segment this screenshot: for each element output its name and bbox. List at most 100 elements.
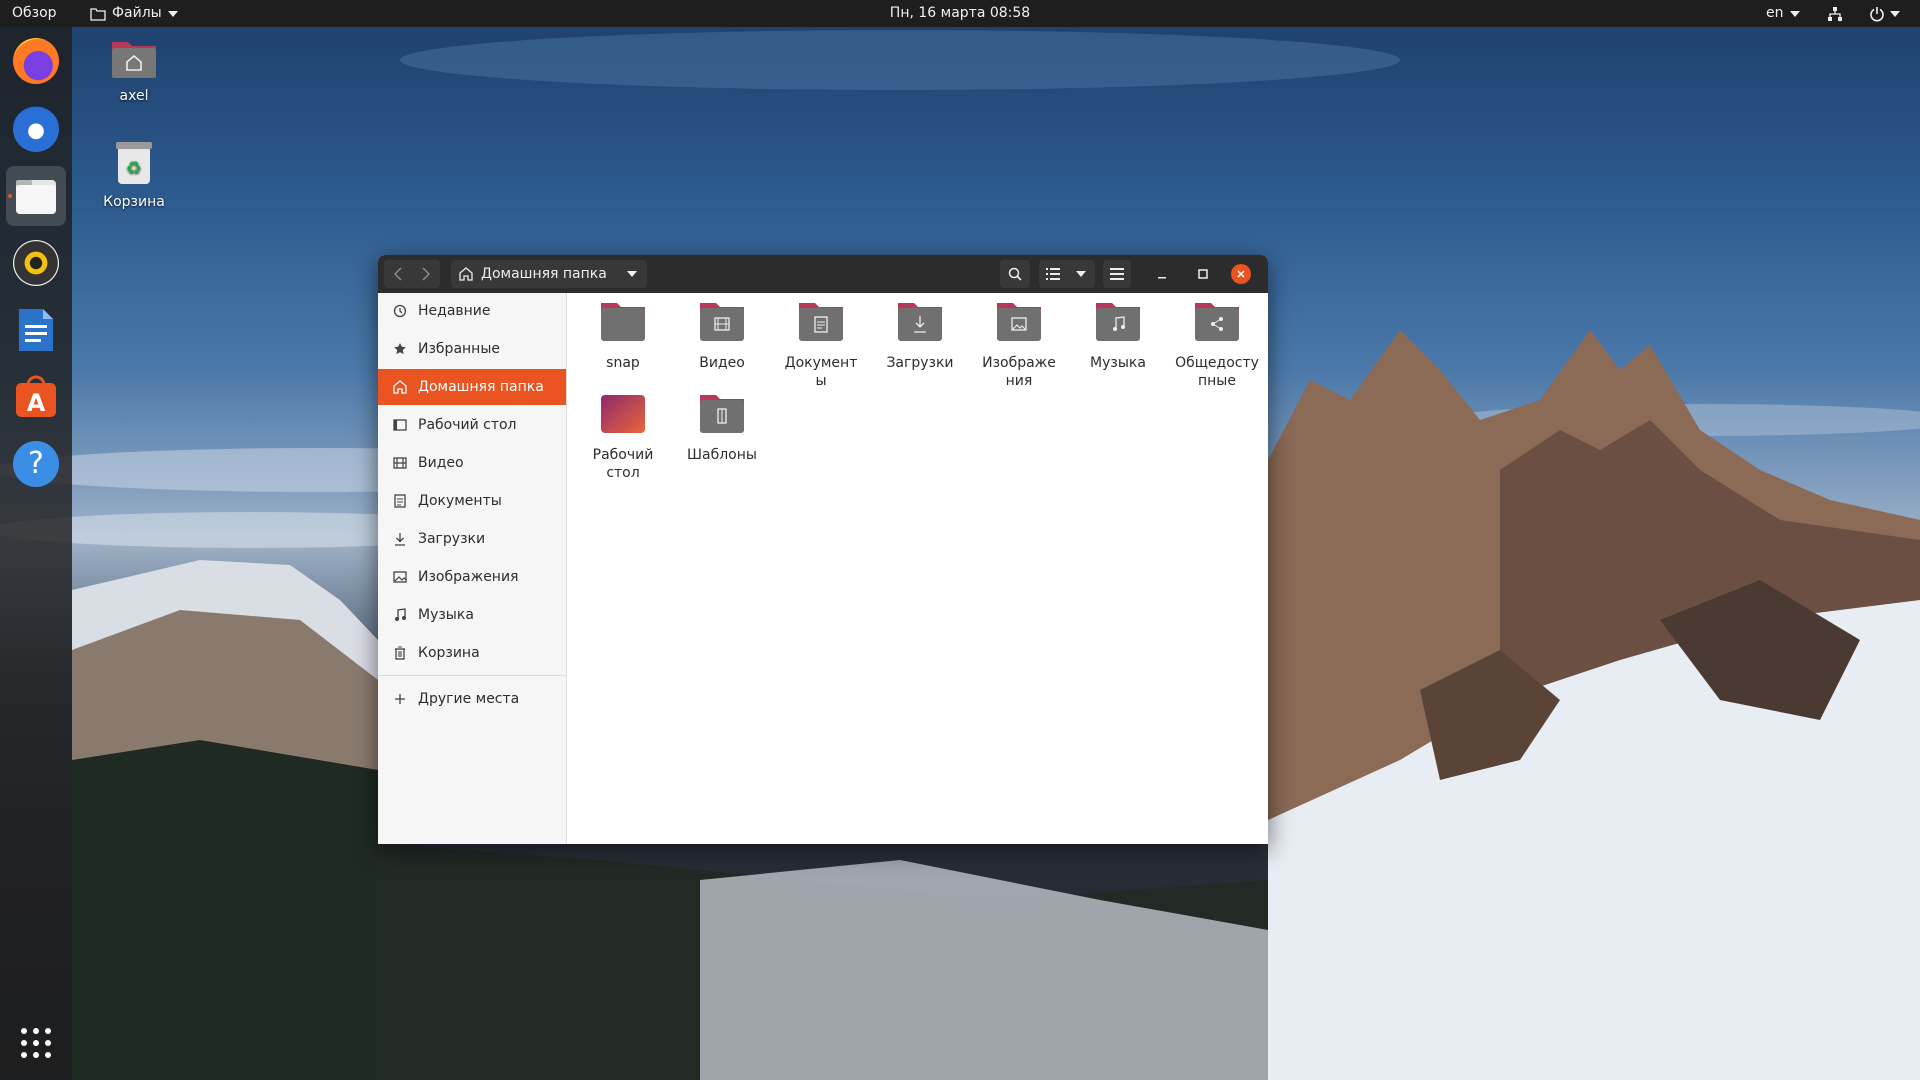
- close-button[interactable]: [1231, 264, 1251, 284]
- file-item-pictures[interactable]: Изображе ния: [971, 299, 1067, 390]
- show-applications-button[interactable]: [6, 1013, 66, 1073]
- templates-folder-icon: [700, 395, 744, 433]
- dock-ubuntu-software[interactable]: A: [6, 367, 66, 427]
- star-icon: [392, 342, 408, 356]
- places-sidebar: Недавние Избранные Домашняя папка Рабочи…: [378, 293, 567, 844]
- file-manager-window: Домашняя папка Недавние Избранные Домашн…: [378, 255, 1268, 844]
- folder-icon: [90, 7, 106, 21]
- hamburger-icon: [1110, 268, 1124, 280]
- file-item-templates[interactable]: Шаблоны: [674, 391, 770, 464]
- dock-files[interactable]: [6, 166, 66, 226]
- forward-button[interactable]: [412, 260, 440, 288]
- plus-icon: [392, 693, 408, 705]
- chevron-down-icon: [167, 10, 178, 17]
- file-item-videos[interactable]: Видео: [674, 299, 770, 372]
- sidebar-item-recent[interactable]: Недавние: [378, 293, 566, 329]
- file-item-public[interactable]: Общедосту пные: [1169, 299, 1265, 390]
- rhythmbox-icon: [13, 240, 59, 286]
- minimize-button[interactable]: [1148, 260, 1176, 288]
- maximize-icon: [1198, 269, 1208, 279]
- list-view-icon: [1046, 268, 1060, 280]
- sidebar-item-label: Изображения: [418, 569, 519, 585]
- header-bar: Домашняя папка: [378, 255, 1268, 294]
- home-icon: [451, 267, 481, 281]
- sidebar-item-music[interactable]: Музыка: [378, 597, 566, 633]
- chevron-down-icon[interactable]: [627, 271, 637, 277]
- path-bar[interactable]: Домашняя папка: [451, 260, 647, 288]
- app-menu-label: Файлы: [112, 5, 162, 21]
- software-store-icon: A: [16, 375, 56, 417]
- sidebar-item-home[interactable]: Домашняя папка: [378, 369, 566, 405]
- sidebar-item-label: Другие места: [418, 691, 520, 707]
- file-name: Загрузки: [886, 355, 954, 371]
- system-menu[interactable]: [1869, 0, 1900, 27]
- file-name: snap: [606, 355, 640, 371]
- sidebar-item-starred[interactable]: Избранные: [378, 331, 566, 367]
- sidebar-item-other-locations[interactable]: Другие места: [378, 681, 566, 717]
- app-menu-button[interactable]: Файлы: [90, 0, 178, 27]
- sidebar-item-videos[interactable]: Видео: [378, 445, 566, 481]
- chevron-down-icon: [1789, 10, 1800, 17]
- desktop-folder-icon: [601, 395, 645, 433]
- file-item-documents[interactable]: Документ ы: [773, 299, 869, 390]
- desktop-trash[interactable]: ♻ Корзина: [84, 140, 184, 210]
- file-name: Рабочий стол: [592, 447, 654, 481]
- activities-button[interactable]: Обзор: [12, 0, 57, 27]
- sidebar-item-label: Корзина: [418, 645, 480, 661]
- network-icon[interactable]: [1827, 0, 1843, 27]
- language-indicator[interactable]: en: [1766, 0, 1800, 27]
- sidebar-item-label: Видео: [418, 455, 464, 471]
- chevron-down-icon: [1890, 10, 1900, 17]
- sidebar-item-downloads[interactable]: Загрузки: [378, 521, 566, 557]
- music-note-icon: [392, 608, 408, 622]
- documents-folder-icon: [799, 303, 843, 341]
- file-view: snap Видео Документ ы Загрузки Изображе …: [567, 293, 1268, 844]
- file-item-music[interactable]: Музыка: [1070, 299, 1166, 372]
- dock-firefox[interactable]: [6, 31, 66, 91]
- sidebar-item-pictures[interactable]: Изображения: [378, 559, 566, 595]
- dock-writer[interactable]: [6, 300, 66, 360]
- minimize-icon: [1158, 277, 1166, 279]
- file-item-downloads[interactable]: Загрузки: [872, 299, 968, 372]
- desktop-home-label: axel: [119, 88, 149, 104]
- view-buttons: [1039, 260, 1095, 288]
- sidebar-item-label: Документы: [418, 493, 502, 509]
- list-view-button[interactable]: [1039, 260, 1067, 288]
- desktop-icon: [392, 419, 408, 431]
- file-name: Документ ы: [784, 355, 858, 389]
- search-button[interactable]: [1000, 260, 1030, 288]
- sidebar-item-trash[interactable]: Корзина: [378, 635, 566, 671]
- file-item-desktop[interactable]: Рабочий стол: [575, 391, 671, 482]
- sidebar-item-label: Избранные: [418, 341, 500, 357]
- sidebar-item-desktop[interactable]: Рабочий стол: [378, 407, 566, 443]
- view-options-button[interactable]: [1067, 260, 1095, 288]
- chevron-down-icon: [1076, 271, 1086, 277]
- pictures-folder-icon: [997, 303, 1041, 341]
- clock[interactable]: Пн, 16 марта 08:58: [0, 0, 1920, 27]
- maximize-button[interactable]: [1189, 260, 1217, 288]
- image-icon: [392, 571, 408, 583]
- menu-button[interactable]: [1103, 260, 1131, 288]
- file-name: Шаблоны: [687, 447, 757, 463]
- desktop-home-folder[interactable]: axel: [84, 36, 184, 104]
- files-icon: [16, 180, 56, 214]
- file-item-snap[interactable]: snap: [575, 299, 671, 372]
- navigation-buttons: [384, 260, 440, 288]
- back-button[interactable]: [384, 260, 412, 288]
- top-bar: Обзор Файлы Пн, 16 марта 08:58 en: [0, 0, 1920, 27]
- dock-rhythmbox[interactable]: [6, 233, 66, 293]
- public-share-folder-icon: [1195, 303, 1239, 341]
- home-folder-icon: [112, 42, 156, 78]
- dock-help[interactable]: ?: [6, 434, 66, 494]
- dock-thunderbird[interactable]: [6, 99, 66, 159]
- firefox-icon: [13, 38, 59, 84]
- thunderbird-icon: [13, 106, 59, 152]
- path-label: Домашняя папка: [481, 266, 607, 282]
- film-icon: [392, 457, 408, 469]
- dock: A ?: [0, 27, 72, 1080]
- clock-icon: [392, 304, 408, 318]
- sidebar-item-label: Музыка: [418, 607, 474, 623]
- svg-text:♻: ♻: [126, 158, 142, 179]
- sidebar-item-documents[interactable]: Документы: [378, 483, 566, 519]
- search-icon: [1008, 267, 1022, 281]
